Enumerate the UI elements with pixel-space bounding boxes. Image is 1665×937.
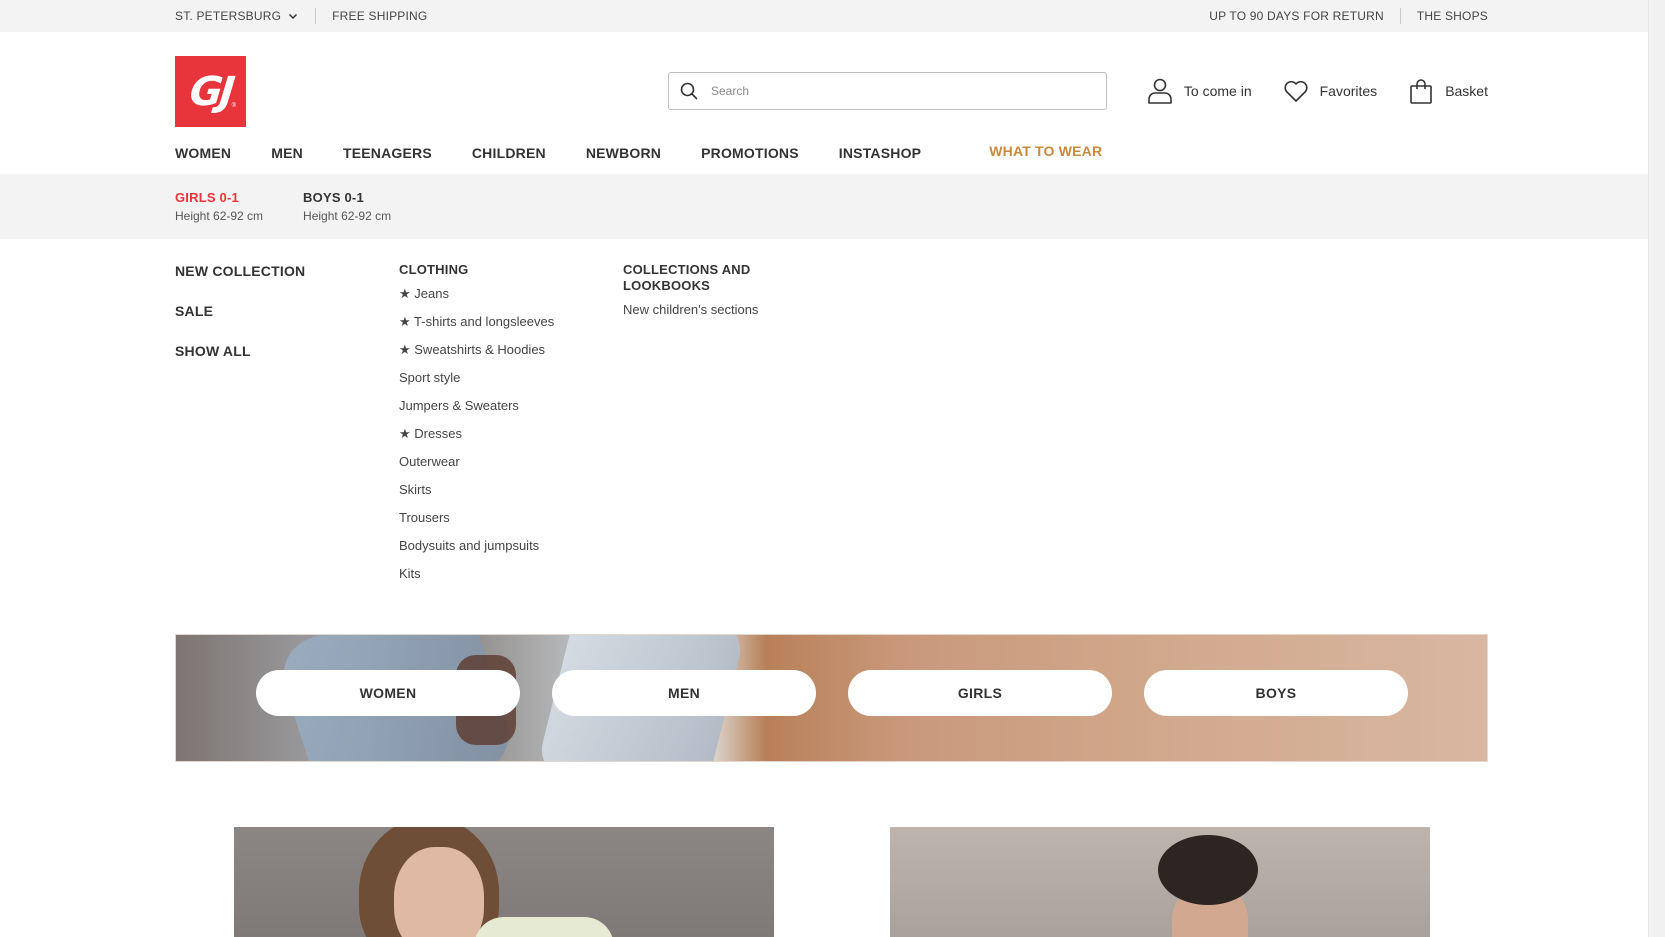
subnav-subtitle: Height 62-92 cm (175, 209, 264, 223)
heart-icon (1284, 80, 1308, 102)
nav-instashop[interactable]: INSTASHOP (839, 145, 921, 161)
registered-mark: ® (231, 103, 236, 109)
scrollbar[interactable] (1648, 0, 1665, 937)
login-label: To come in (1183, 83, 1252, 99)
search-icon (680, 82, 698, 100)
shopping-bag-icon (1410, 79, 1432, 104)
menu-link[interactable]: New children's sections (623, 302, 793, 318)
basket-button[interactable]: Basket (1407, 77, 1488, 105)
menu-link[interactable]: Sport style (399, 370, 554, 386)
subnav-subtitle: Height 62-92 cm (303, 209, 392, 223)
menu-link[interactable]: Outerwear (399, 454, 554, 470)
header-actions: To come in Favorites Basket (1146, 72, 1488, 110)
chevron-down-icon (289, 13, 298, 20)
favorites-button[interactable]: Favorites (1282, 77, 1378, 105)
city-selector[interactable]: ST. PETERSBURG (175, 9, 299, 23)
banner-button-boys[interactable]: BOYS (1144, 670, 1408, 716)
photo-decor (1158, 835, 1258, 905)
divider (315, 8, 317, 24)
city-label: ST. PETERSBURG (175, 9, 282, 23)
menu-column-collections: COLLECTIONS AND LOOKBOOKS New children's… (623, 262, 793, 318)
login-button[interactable]: To come in (1146, 77, 1252, 105)
shops-link[interactable]: THE SHOPS (1417, 9, 1488, 23)
mega-menu: NEW COLLECTION SALE SHOW ALL CLOTHING ★ … (175, 262, 1475, 582)
promo-image-woman[interactable] (234, 827, 774, 937)
menu-link[interactable]: Bodysuits and jumpsuits (399, 538, 554, 554)
nav-men[interactable]: MEN (271, 145, 303, 161)
nav-teenagers[interactable]: TEENAGERS (343, 145, 432, 161)
clothing-heading[interactable]: CLOTHING (399, 262, 554, 278)
nav-what-to-wear[interactable]: WHAT TO WEAR (989, 143, 1102, 159)
banner-button-girls[interactable]: GIRLS (848, 670, 1112, 716)
menu-link[interactable]: ★ Sweatshirts & Hoodies (399, 342, 554, 358)
menu-link[interactable]: Kits (399, 566, 554, 582)
photo-decor (474, 917, 614, 937)
menu-link[interactable]: Trousers (399, 510, 554, 526)
collections-heading[interactable]: COLLECTIONS AND LOOKBOOKS (623, 262, 793, 294)
sub-nav: GIRLS 0-1 Height 62-92 cm BOYS 0-1 Heigh… (0, 174, 1648, 239)
main-nav: WOMEN MEN TEENAGERS CHILDREN NEWBORN PRO… (175, 142, 1142, 164)
nav-women[interactable]: WOMEN (175, 145, 231, 161)
menu-link[interactable]: Jumpers & Sweaters (399, 398, 554, 414)
menu-column-clothing: CLOTHING ★ Jeans ★ T-shirts and longslee… (399, 262, 554, 594)
user-icon (1148, 78, 1172, 104)
menu-link[interactable]: ★ Dresses (399, 426, 554, 442)
favorites-label: Favorites (1319, 83, 1378, 99)
photo-decor (394, 847, 484, 937)
nav-promotions[interactable]: PROMOTIONS (701, 145, 799, 161)
basket-label: Basket (1445, 83, 1488, 99)
subnav-title: GIRLS 0-1 (175, 190, 239, 205)
header: GJ ® To come in Favorites Basket WOMEN M… (0, 32, 1648, 174)
subnav-girls-0-1[interactable]: GIRLS 0-1 Height 62-92 cm (175, 190, 263, 223)
subnav-boys-0-1[interactable]: BOYS 0-1 Height 62-92 cm (303, 190, 391, 223)
returns-link[interactable]: UP TO 90 DAYS FOR RETURN (1209, 9, 1384, 23)
category-banner: WOMEN MEN GIRLS BOYS (175, 634, 1488, 762)
menu-link[interactable]: ★ T-shirts and longsleeves (399, 314, 554, 330)
menu-link[interactable]: Skirts (399, 482, 554, 498)
menu-sale[interactable]: SALE (175, 302, 305, 320)
top-bar: ST. PETERSBURG FREE SHIPPING UP TO 90 DA… (0, 0, 1648, 32)
menu-new-collection[interactable]: NEW COLLECTION (175, 262, 305, 280)
promo-image-man[interactable] (890, 827, 1430, 937)
logo-text: GJ (187, 68, 234, 115)
nav-newborn[interactable]: NEWBORN (586, 145, 661, 161)
nav-children[interactable]: CHILDREN (472, 145, 546, 161)
search-box[interactable] (668, 72, 1107, 110)
menu-link[interactable]: ★ Jeans (399, 286, 554, 302)
free-shipping-link[interactable]: FREE SHIPPING (332, 9, 427, 23)
subnav-title: BOYS 0-1 (303, 190, 364, 205)
logo[interactable]: GJ ® (175, 56, 246, 127)
menu-show-all[interactable]: SHOW ALL (175, 342, 305, 360)
menu-column-main: NEW COLLECTION SALE SHOW ALL (175, 262, 305, 382)
divider (1399, 8, 1401, 24)
search-input[interactable] (711, 84, 1091, 98)
banner-button-women[interactable]: WOMEN (256, 670, 520, 716)
banner-button-men[interactable]: MEN (552, 670, 816, 716)
